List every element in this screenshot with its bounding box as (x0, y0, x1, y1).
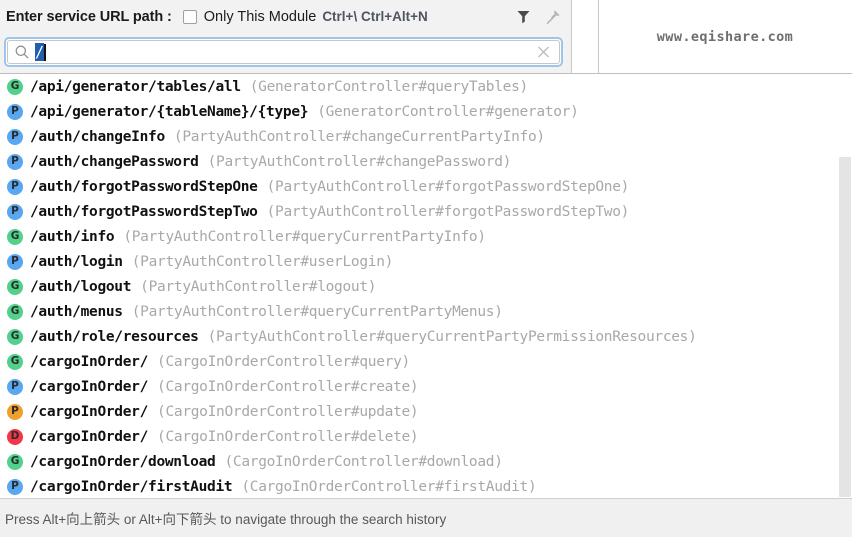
close-icon[interactable] (537, 46, 550, 59)
endpoint-path: /auth/changePassword (30, 154, 199, 170)
search-icon (14, 44, 30, 60)
http-method-badge: G (7, 329, 23, 345)
http-method-badge: P (7, 379, 23, 395)
http-method-badge: P (7, 254, 23, 270)
endpoint-handler: (PartyAuthController#forgotPasswordStepT… (267, 204, 629, 220)
list-item[interactable]: P/auth/forgotPasswordStepTwo (PartyAuthCo… (0, 199, 852, 224)
pin-icon[interactable] (543, 7, 563, 27)
endpoint-handler: (CargoInOrderController#create) (157, 379, 418, 395)
endpoint-path: /cargoInOrder/ (30, 379, 148, 395)
endpoint-handler: (GeneratorController#generator) (317, 104, 578, 120)
only-this-module-label: Only This Module (204, 9, 317, 25)
search-input[interactable]: / (35, 43, 44, 61)
list-item[interactable]: G/auth/role/resources (PartyAuthControlle… (0, 324, 852, 349)
http-method-badge: P (7, 154, 23, 170)
endpoint-handler: (PartyAuthController#userLogin) (132, 254, 393, 270)
endpoint-handler: (CargoInOrderController#delete) (157, 429, 418, 445)
http-method-badge: G (7, 304, 23, 320)
list-item[interactable]: P/auth/changePassword (PartyAuthControlle… (0, 149, 852, 174)
endpoint-handler: (PartyAuthController#changePassword) (208, 154, 511, 170)
status-bar-text: Press Alt+向上箭头 or Alt+向下箭头 to navigate t… (5, 508, 446, 528)
list-item[interactable]: G/cargoInOrder/download (CargoInOrderCont… (0, 449, 852, 474)
endpoint-path: /auth/login (30, 254, 123, 270)
right-panel-a (572, 0, 598, 73)
endpoint-handler: (PartyAuthController#queryCurrentPartyIn… (123, 229, 485, 245)
watermark: www.eqishare.com (598, 0, 852, 73)
search-field[interactable]: / (4, 37, 563, 67)
page-title: Enter service URL path : (6, 9, 172, 25)
only-this-module-option[interactable]: Only This Module Ctrl+\ Ctrl+Alt+N (183, 9, 428, 25)
http-method-badge: P (7, 104, 23, 120)
toolbar-icons (513, 0, 563, 33)
endpoint-path: /api/generator/tables/all (30, 79, 241, 95)
endpoint-path: /cargoInOrder/firstAudit (30, 479, 232, 495)
search-input-inner[interactable]: / (7, 40, 560, 64)
endpoint-path: /auth/logout (30, 279, 131, 295)
http-method-badge: G (7, 79, 23, 95)
endpoint-handler: (PartyAuthController#logout) (140, 279, 376, 295)
endpoint-handler: (CargoInOrderController#firstAudit) (241, 479, 536, 495)
http-method-badge: P (7, 404, 23, 420)
list-item[interactable]: G/auth/info (PartyAuthController#queryCur… (0, 224, 852, 249)
watermark-text: www.eqishare.com (657, 29, 793, 45)
endpoint-path: /auth/changeInfo (30, 129, 165, 145)
search-everywhere-dialog: Enter service URL path : Only This Modul… (0, 0, 852, 537)
http-method-badge: P (7, 204, 23, 220)
text-caret (44, 44, 46, 61)
endpoint-handler: (CargoInOrderController#query) (157, 354, 410, 370)
http-method-badge: G (7, 354, 23, 370)
endpoint-handler: (CargoInOrderController#download) (224, 454, 502, 470)
endpoint-handler: (GeneratorController#queryTables) (250, 79, 528, 95)
endpoint-path: /cargoInOrder/ (30, 354, 148, 370)
endpoint-handler: (PartyAuthController#forgotPasswordStepO… (267, 179, 629, 195)
status-bar: Press Alt+向上箭头 or Alt+向下箭头 to navigate t… (0, 498, 852, 537)
endpoint-path: /auth/forgotPasswordStepOne (30, 179, 258, 195)
results-list[interactable]: G/api/generator/tables/all (GeneratorCont… (0, 74, 852, 498)
list-item[interactable]: P/api/generator/{tableName}/{type} (Gener… (0, 99, 852, 124)
list-item[interactable]: P/auth/login (PartyAuthController#userLog… (0, 249, 852, 274)
http-method-badge: D (7, 429, 23, 445)
list-item[interactable]: P/cargoInOrder/ (CargoInOrderController#u… (0, 399, 852, 424)
list-item[interactable]: P/auth/forgotPasswordStepOne (PartyAuthCo… (0, 174, 852, 199)
toolbar-row: Enter service URL path : Only This Modul… (0, 0, 571, 33)
endpoint-path: /api/generator/{tableName}/{type} (30, 104, 308, 120)
endpoint-path: /cargoInOrder/ (30, 404, 148, 420)
list-item[interactable]: G/cargoInOrder/ (CargoInOrderController#q… (0, 349, 852, 374)
list-item[interactable]: P/cargoInOrder/firstAudit (CargoInOrderCo… (0, 474, 852, 498)
toolbar: Enter service URL path : Only This Modul… (0, 0, 571, 73)
endpoint-handler: (PartyAuthController#queryCurrentPartyMe… (132, 304, 503, 320)
list-item[interactable]: G/api/generator/tables/all (GeneratorCont… (0, 74, 852, 99)
endpoint-path: /auth/menus (30, 304, 123, 320)
list-item[interactable]: P/cargoInOrder/ (CargoInOrderController#c… (0, 374, 852, 399)
http-method-badge: P (7, 129, 23, 145)
only-this-module-checkbox[interactable] (183, 10, 197, 24)
http-method-badge: P (7, 479, 23, 495)
endpoint-path: /auth/role/resources (30, 329, 199, 345)
endpoint-path: /auth/forgotPasswordStepTwo (30, 204, 258, 220)
list-item[interactable]: D/cargoInOrder/ (CargoInOrderController#d… (0, 424, 852, 449)
endpoint-handler: (CargoInOrderController#update) (157, 404, 418, 420)
scrollbar-thumb[interactable] (839, 157, 851, 497)
list-item[interactable]: G/auth/logout (PartyAuthController#logout… (0, 274, 852, 299)
shortcut-hint: Ctrl+\ Ctrl+Alt+N (322, 9, 427, 24)
http-method-badge: G (7, 279, 23, 295)
toolbar-divider-1 (571, 0, 572, 73)
endpoint-handler: (PartyAuthController#changeCurrentPartyI… (174, 129, 545, 145)
filter-icon[interactable] (513, 7, 533, 27)
http-method-badge: G (7, 229, 23, 245)
endpoint-path: /cargoInOrder/download (30, 454, 215, 470)
http-method-badge: G (7, 454, 23, 470)
list-item[interactable]: P/auth/changeInfo (PartyAuthController#ch… (0, 124, 852, 149)
endpoint-handler: (PartyAuthController#queryCurrentPartyPe… (208, 329, 697, 345)
endpoint-path: /auth/info (30, 229, 114, 245)
http-method-badge: P (7, 179, 23, 195)
scrollbar[interactable] (838, 74, 852, 498)
endpoint-path: /cargoInOrder/ (30, 429, 148, 445)
list-item[interactable]: G/auth/menus (PartyAuthController#queryCu… (0, 299, 852, 324)
